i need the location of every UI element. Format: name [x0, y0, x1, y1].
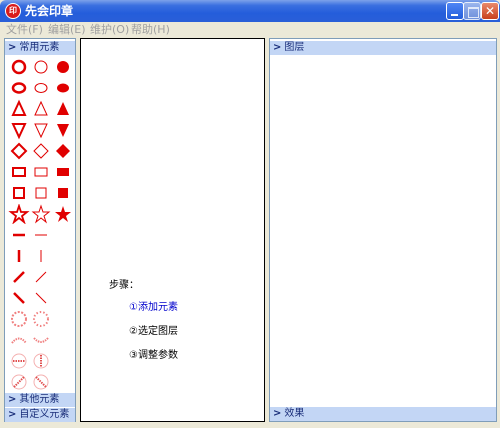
- effects-label: 效果: [284, 408, 305, 419]
- menu-file[interactable]: 文件(F): [6, 22, 43, 37]
- triangle-down-filled-icon[interactable]: [52, 120, 74, 140]
- diamond-filled-icon[interactable]: [52, 141, 74, 161]
- circle-filled-icon[interactable]: [52, 57, 74, 77]
- chevron-right-icon: >: [273, 42, 282, 53]
- steps-title: 步骤：: [109, 280, 139, 291]
- line-diagonal-up-thin-icon[interactable]: [30, 267, 52, 287]
- close-button[interactable]: ✕: [481, 2, 499, 20]
- section-other-elements[interactable]: > 其他元素: [5, 393, 75, 407]
- line-diagonal-down-thick-icon[interactable]: [8, 288, 30, 308]
- triangle-up-thick-icon[interactable]: [8, 99, 30, 119]
- square-thick-icon[interactable]: [8, 183, 30, 203]
- line-vertical-thick-icon[interactable]: [8, 246, 30, 266]
- arc-text-top-icon[interactable]: [8, 330, 30, 350]
- chevron-right-icon: >: [8, 42, 17, 53]
- star-thick-icon[interactable]: [8, 203, 30, 225]
- layers-label: 图层: [284, 42, 305, 53]
- title-bar[interactable]: 印 先会印章 ✕: [0, 0, 500, 22]
- circle-text-horizontal-icon[interactable]: [8, 351, 30, 371]
- section-common-elements[interactable]: > 常用元素: [5, 41, 75, 55]
- star-thin-icon[interactable]: [30, 204, 52, 224]
- ellipse-thick-icon[interactable]: [8, 78, 30, 98]
- maximize-button[interactable]: [463, 2, 481, 20]
- section-label: 常用元素: [19, 42, 60, 53]
- chevron-right-icon: >: [8, 409, 17, 420]
- circle-text-diagonal-down-icon[interactable]: [30, 372, 52, 392]
- square-thin-icon[interactable]: [30, 183, 52, 203]
- circle-thin-icon[interactable]: [30, 57, 52, 77]
- section-label: 自定义元素: [19, 409, 70, 420]
- close-icon: ✕: [484, 4, 496, 18]
- line-horizontal-thin-icon[interactable]: [30, 225, 52, 245]
- ellipse-filled-icon[interactable]: [52, 78, 74, 98]
- circle-text-vertical-icon[interactable]: [30, 351, 52, 371]
- arc-text-bottom-icon[interactable]: [30, 330, 52, 350]
- circle-text-diagonal-up-icon[interactable]: [8, 372, 30, 392]
- menu-help[interactable]: 帮助(H): [131, 22, 170, 37]
- triangle-down-thick-icon[interactable]: [8, 120, 30, 140]
- menu-maintain[interactable]: 维护(O): [90, 22, 129, 37]
- line-vertical-thin-icon[interactable]: [30, 246, 52, 266]
- step-adjust-params: ③调整参数: [129, 350, 178, 361]
- ellipse-thin-icon[interactable]: [30, 78, 52, 98]
- element-panel: > 常用元素 > 其他元素 > 自定义元素: [4, 38, 76, 422]
- square-filled-icon[interactable]: [52, 183, 74, 203]
- section-layers[interactable]: > 图层: [270, 41, 496, 55]
- diamond-thin-icon[interactable]: [30, 141, 52, 161]
- app-stamp-icon[interactable]: 印: [5, 3, 21, 19]
- circle-thick-icon[interactable]: [8, 57, 30, 77]
- menu-bar: 文件(F) 编辑(E) 维护(O) 帮助(H): [0, 22, 500, 37]
- triangle-up-filled-icon[interactable]: [52, 99, 74, 119]
- triangle-down-thin-icon[interactable]: [30, 120, 52, 140]
- text-ring-alt-icon[interactable]: [30, 309, 52, 329]
- rectangle-filled-icon[interactable]: [52, 162, 74, 182]
- section-label: 其他元素: [19, 394, 60, 405]
- triangle-up-thin-icon[interactable]: [30, 99, 52, 119]
- line-diagonal-down-thin-icon[interactable]: [30, 288, 52, 308]
- minimize-button[interactable]: [446, 2, 464, 20]
- design-canvas[interactable]: 步骤： ①添加元素 ②选定图层 ③调整参数: [80, 38, 265, 422]
- diamond-thick-icon[interactable]: [8, 141, 30, 161]
- menu-edit[interactable]: 编辑(E): [48, 22, 86, 37]
- chevron-right-icon: >: [8, 394, 17, 405]
- rectangle-thick-icon[interactable]: [8, 162, 30, 182]
- step-add-element: ①添加元素: [129, 302, 178, 313]
- step-select-layer: ②选定图层: [129, 326, 178, 337]
- chevron-right-icon: >: [273, 408, 282, 419]
- text-ring-icon[interactable]: [8, 309, 30, 329]
- section-custom-elements[interactable]: > 自定义元素: [5, 408, 75, 422]
- line-horizontal-thick-icon[interactable]: [8, 225, 30, 245]
- window-title: 先会印章: [25, 4, 74, 18]
- line-diagonal-up-thick-icon[interactable]: [8, 267, 30, 287]
- layers-panel: > 图层 > 效果: [269, 38, 497, 422]
- section-effects[interactable]: > 效果: [270, 407, 496, 421]
- layers-list[interactable]: [270, 55, 496, 405]
- rectangle-thin-icon[interactable]: [30, 162, 52, 182]
- star-filled-icon[interactable]: [52, 204, 74, 224]
